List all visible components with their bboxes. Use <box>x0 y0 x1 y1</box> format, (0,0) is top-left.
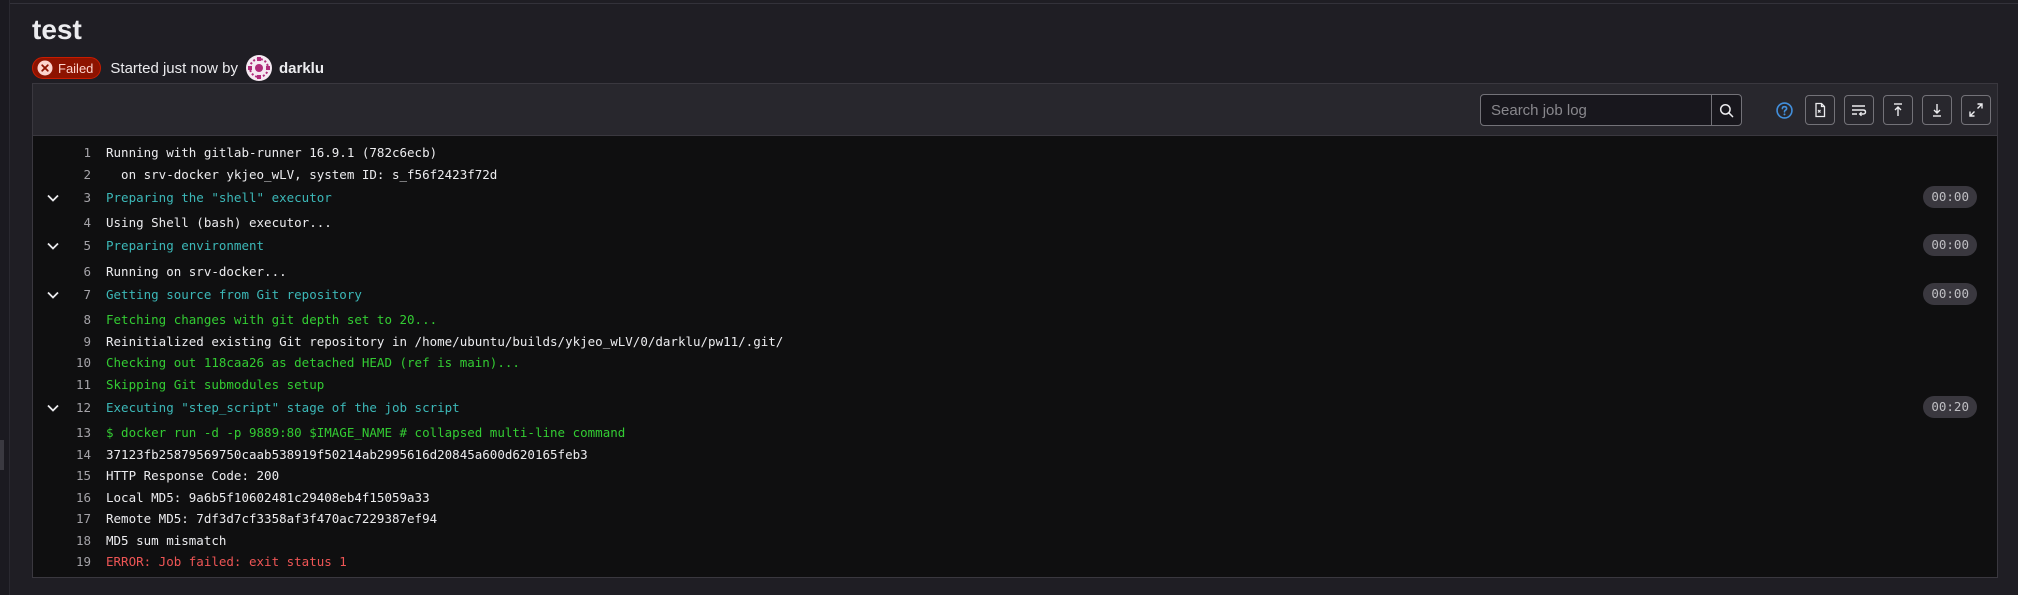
log-line: 13 $ docker run -d -p 9889:80 $IMAGE_NAME… <box>33 422 1997 444</box>
raw-log-button[interactable] <box>1805 95 1835 125</box>
search-button[interactable] <box>1711 95 1741 125</box>
line-number[interactable]: 10 <box>51 352 91 374</box>
line-number[interactable]: 2 <box>51 164 91 186</box>
page-title: test <box>32 14 82 45</box>
line-number[interactable]: 17 <box>51 508 91 530</box>
log-text: Checking out 118caa26 as detached HEAD (… <box>106 355 520 370</box>
wrap-lines-icon <box>1852 105 1867 117</box>
log-section-header[interactable]: 3 Preparing the "shell" executor 00:00 <box>33 185 1997 209</box>
log-text: Running on srv-docker... <box>106 263 287 279</box>
log-text: HTTP Response Code: 200 <box>106 468 280 483</box>
search-input[interactable] <box>1481 95 1711 125</box>
avatar[interactable] <box>246 55 272 81</box>
log-line: 4 Using Shell (bash) executor... <box>33 212 1997 234</box>
log-text: Using Shell (bash) executor... <box>106 215 332 230</box>
log-text: ERROR: Job failed: exit status 1 <box>106 554 347 569</box>
section-duration-badge: 00:00 <box>1923 185 1977 208</box>
sidebar-collapse-handle[interactable] <box>0 440 4 470</box>
search-box <box>1480 94 1742 126</box>
status-label: Failed <box>58 60 94 76</box>
scroll-top-button[interactable] <box>1883 95 1913 125</box>
help-icon[interactable] <box>1776 102 1793 119</box>
log-line: 19 ERROR: Job failed: exit status 1 <box>33 551 1997 573</box>
status-badge[interactable]: Failed <box>32 57 102 79</box>
log-text: Skipping Git submodules setup <box>106 376 325 392</box>
line-number[interactable]: 1 <box>51 142 91 164</box>
line-number[interactable]: 3 <box>51 187 91 209</box>
started-text: Started just now by <box>110 59 238 77</box>
log-text: Getting source from Git repository <box>106 286 362 302</box>
log-text: $ docker run -d -p 9889:80 $IMAGE_NAME #… <box>106 425 626 440</box>
line-number[interactable]: 7 <box>51 284 91 306</box>
username-link[interactable]: darklu <box>279 60 324 77</box>
line-number[interactable]: 15 <box>51 465 91 487</box>
raw-log-icon <box>1815 102 1826 118</box>
top-divider <box>0 3 2018 4</box>
log-line: 16 Local MD5: 9a6b5f10602481c29408eb4f150… <box>33 487 1997 509</box>
log-line: 18 MD5 sum mismatch <box>33 530 1997 552</box>
scroll-bottom-icon <box>1933 104 1941 117</box>
job-log-panel: 1 Running with gitlab-runner 16.9.1 (782c… <box>32 83 1998 578</box>
log-line: 15 HTTP Response Code: 200 <box>33 465 1997 487</box>
fullscreen-button[interactable] <box>1961 95 1991 125</box>
log-line: 6 Running on srv-docker... <box>33 261 1997 283</box>
log-text: Executing "step_script" stage of the job… <box>106 399 460 415</box>
log-line: 17 Remote MD5: 7df3d7cf3358af3f470ac72293… <box>33 508 1997 530</box>
sidebar-edge <box>0 0 10 595</box>
log-text: Remote MD5: 7df3d7cf3358af3f470ac7229387… <box>106 511 438 526</box>
log-text: on srv-docker ykjeo_wLV, system ID: s_f5… <box>106 166 498 182</box>
line-number[interactable]: 6 <box>51 261 91 283</box>
log-text: Preparing the "shell" executor <box>106 189 332 205</box>
log-text: Fetching changes with git depth set to 2… <box>106 312 438 327</box>
failed-icon <box>37 60 53 76</box>
log-line: 9 Reinitialized existing Git repository i… <box>33 331 1997 353</box>
line-number[interactable]: 13 <box>51 422 91 444</box>
log-line: 1 Running with gitlab-runner 16.9.1 (782c… <box>33 142 1997 164</box>
log-section-header[interactable]: 12 Executing "step_script" stage of the j… <box>33 395 1997 419</box>
job-log-toolbar <box>33 84 1997 136</box>
search-icon <box>1719 103 1734 117</box>
log-text: Local MD5: 9a6b5f10602481c29408eb4f15059… <box>106 489 430 505</box>
scroll-bottom-button[interactable] <box>1922 95 1952 125</box>
section-duration-badge: 00:00 <box>1923 234 1977 256</box>
log-line: 10 Checking out 118caa26 as detached HEAD… <box>33 352 1997 374</box>
log-text: MD5 sum mismatch <box>106 532 227 548</box>
job-meta: Failed Started just now by darklu <box>32 54 324 82</box>
log-text: Preparing environment <box>106 238 265 253</box>
log-line: 11 Skipping Git submodules setup <box>33 374 1997 396</box>
log-text: 37123fb25879569750caab538919f50214ab2995… <box>106 446 588 462</box>
log-text: Reinitialized existing Git repository in… <box>106 333 784 349</box>
log-section-header[interactable]: 5 Preparing environment 00:00 <box>33 234 1997 257</box>
wrap-lines-button[interactable] <box>1844 95 1874 125</box>
job-page: test Failed Started just now by darklu S… <box>0 0 2018 595</box>
job-header: test Failed Started just now by darklu <box>32 12 324 82</box>
log-line: 2 on srv-docker ykjeo_wLV, system ID: s_… <box>33 164 1997 186</box>
section-duration-badge: 00:00 <box>1923 282 1977 305</box>
line-number[interactable]: 19 <box>51 551 91 573</box>
log-section-header[interactable]: 7 Getting source from Git repository 00:00 <box>33 282 1997 306</box>
line-number[interactable]: 12 <box>51 397 91 419</box>
scroll-top-icon <box>1894 103 1902 116</box>
log-line: 8 Fetching changes with git depth set to … <box>33 309 1997 331</box>
line-number[interactable]: 11 <box>51 374 91 396</box>
line-number[interactable]: 5 <box>51 235 91 257</box>
line-number[interactable]: 18 <box>51 530 91 552</box>
user-avatar-icon <box>246 55 272 81</box>
line-number[interactable]: 8 <box>51 309 91 331</box>
section-duration-badge: 00:20 <box>1923 395 1977 418</box>
line-number[interactable]: 4 <box>51 212 91 234</box>
line-number[interactable]: 16 <box>51 487 91 509</box>
line-number[interactable]: 14 <box>51 444 91 466</box>
log-text: Running with gitlab-runner 16.9.1 (782c6… <box>106 145 438 160</box>
log-line: 14 37123fb25879569750caab538919f50214ab29… <box>33 444 1997 466</box>
fullscreen-icon <box>1969 103 1983 117</box>
line-number[interactable]: 9 <box>51 331 91 353</box>
